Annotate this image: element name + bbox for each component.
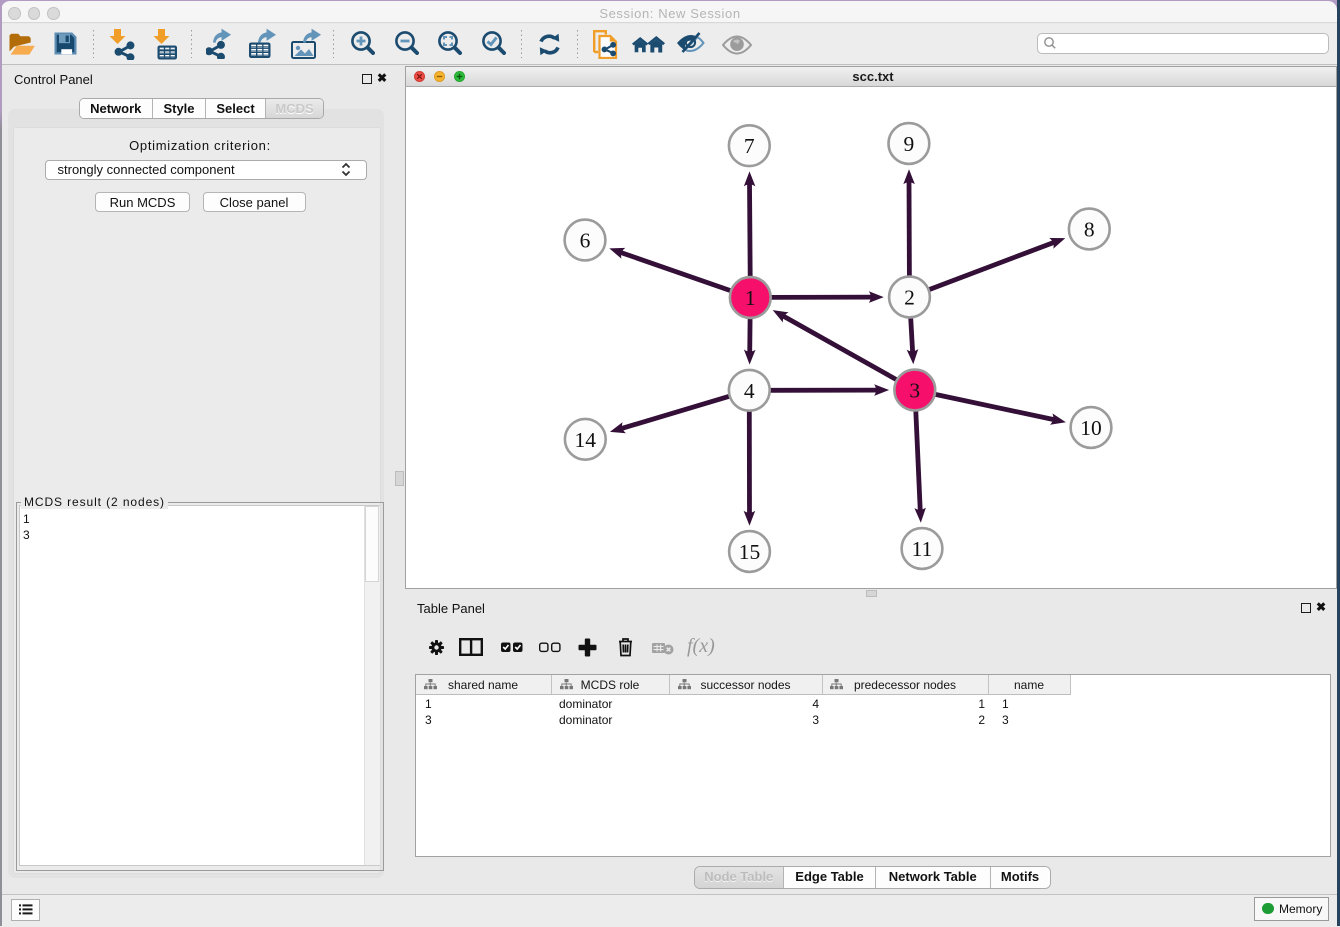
svg-text:15: 15 [739,540,761,564]
svg-text:4: 4 [744,379,755,403]
svg-text:7: 7 [744,134,755,158]
svg-text:6: 6 [580,229,591,253]
svg-text:2: 2 [904,286,915,310]
svg-text:1: 1 [745,286,756,310]
svg-text:11: 11 [912,537,933,561]
svg-text:10: 10 [1080,416,1102,440]
svg-text:3: 3 [909,379,920,403]
svg-text:14: 14 [575,428,597,452]
svg-text:9: 9 [904,132,915,156]
svg-text:8: 8 [1084,218,1095,242]
